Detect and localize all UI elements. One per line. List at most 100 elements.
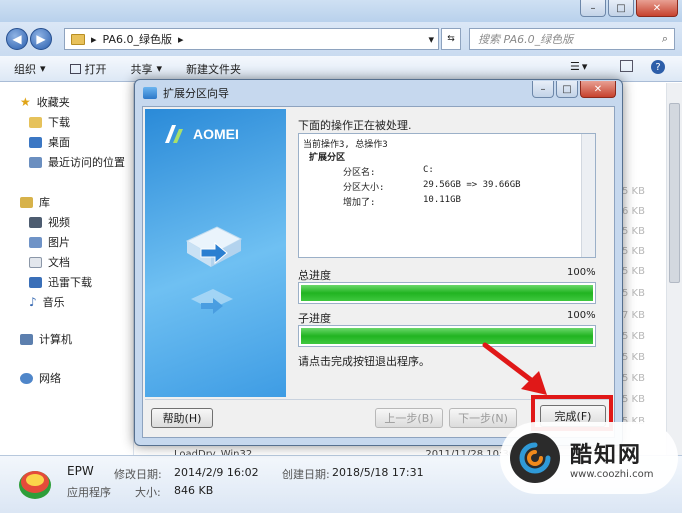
minimize-button[interactable]: –	[580, 0, 606, 17]
created-label: 创建日期:	[282, 468, 330, 481]
wizard-icon	[143, 87, 157, 99]
chevron-down-icon: ▾	[40, 62, 46, 75]
modified-value: 2014/2/9 16:02	[174, 466, 259, 479]
log-row: 增加了: 10.11GB	[343, 195, 461, 208]
view-options-button[interactable]: ☰ ▾	[570, 60, 587, 73]
nav-computer[interactable]: 计算机	[20, 331, 72, 347]
forward-button[interactable]: ▶	[30, 28, 52, 50]
dialog-close-button[interactable]: ✕	[580, 81, 616, 98]
log-row: 分区大小: 29.56GB => 39.66GB	[343, 180, 521, 193]
address-dropdown-icon[interactable]: ▾	[428, 33, 434, 46]
file-size-cell: 6 KB	[622, 206, 645, 217]
modified-label: 修改日期:	[114, 468, 162, 481]
thunder-download-icon	[29, 276, 42, 288]
refresh-button[interactable]: ⇆	[441, 28, 461, 50]
drive-reflection-icon	[187, 285, 237, 324]
file-size-cell: 5 KB	[622, 246, 645, 257]
watermark: 酷知网 www.coozhi.com	[500, 422, 678, 494]
window-controls: – □ ✕	[580, 0, 678, 17]
share-button[interactable]: 共享 ▾	[131, 61, 163, 77]
file-size-cell: 5 KB	[622, 331, 645, 342]
window-icon	[69, 63, 81, 74]
star-icon: ★	[20, 95, 31, 109]
selected-file-name: EPW	[67, 464, 94, 478]
preview-pane-icon	[620, 60, 633, 72]
file-size-cell: 7 KB	[622, 310, 645, 321]
address-bar[interactable]: ▸ PA6.0_绿色版 ▸ ▾	[64, 28, 439, 50]
help-dialog-button[interactable]: 帮助(H)	[151, 408, 213, 428]
nav-favorites[interactable]: ★ 收藏夹	[20, 94, 70, 110]
size-value: 846 KB	[174, 484, 214, 497]
chevron-down-icon: ▾	[581, 60, 588, 73]
created-value: 2018/5/18 17:31	[332, 466, 424, 479]
breadcrumb-separator: ▸	[91, 32, 97, 46]
nav-music[interactable]: ♪ 音乐	[29, 294, 65, 310]
close-button[interactable]: ✕	[636, 0, 678, 17]
file-size-cell: 5 KB	[622, 266, 645, 277]
chevron-down-icon: ▾	[156, 62, 163, 75]
coozhi-logo-icon	[510, 433, 560, 483]
recent-places-icon	[29, 156, 42, 168]
nav-videos[interactable]: 视频	[29, 214, 70, 230]
pictures-icon	[29, 236, 42, 248]
pointer-arrow-icon	[481, 341, 555, 402]
preview-pane-button[interactable]	[620, 60, 633, 72]
back-button[interactable]: ◀	[6, 28, 28, 50]
log-line: 当前操作3, 总操作3	[303, 140, 388, 150]
search-placeholder: 搜索 PA6.0_绿色版	[478, 33, 574, 46]
app-icon	[16, 465, 54, 503]
file-list-scrollbar[interactable]	[666, 83, 682, 455]
dialog-title-bar: 扩展分区向导 – □ ✕	[135, 80, 622, 106]
address-row: ◀ ▶ ▸ PA6.0_绿色版 ▸ ▾ ⇆ 搜索 PA6.0_绿色版 ⌕	[0, 22, 682, 56]
total-progress-bar	[298, 282, 596, 304]
maximize-button[interactable]: □	[608, 0, 634, 17]
nav-pictures[interactable]: 图片	[29, 234, 70, 250]
nav-documents[interactable]: 文档	[29, 254, 70, 270]
video-icon	[29, 216, 42, 228]
next-step-button[interactable]: 下一步(N)	[449, 408, 517, 428]
navigation-pane: ★ 收藏夹 下载 桌面 最近访问的位置 库 视频 图片 文档 迅雷下载 ♪ 音乐…	[0, 83, 134, 455]
aomei-logo: AOMEI	[165, 125, 239, 143]
aomei-logo-icon	[165, 125, 183, 143]
nav-libraries[interactable]: 库	[20, 194, 50, 210]
music-icon: ♪	[29, 295, 37, 309]
watermark-name: 酷知网	[570, 442, 643, 468]
log-line: 扩展分区	[309, 153, 346, 163]
breadcrumb[interactable]: PA6.0_绿色版	[103, 31, 172, 47]
downloads-icon	[29, 116, 42, 128]
sub-progress-percent: 100%	[567, 310, 596, 321]
breadcrumb-separator: ▸	[177, 32, 184, 46]
dialog-title: 扩展分区向导	[163, 87, 229, 100]
nav-recent[interactable]: 最近访问的位置	[29, 154, 125, 170]
file-size-cell: 5 KB	[622, 288, 645, 299]
organize-button[interactable]: 组织 ▾	[14, 61, 46, 77]
title-bar: – □ ✕	[0, 0, 682, 22]
view-list-icon: ☰	[570, 60, 580, 73]
selected-file-type: 应用程序	[67, 486, 111, 499]
new-folder-button[interactable]: 新建文件夹	[186, 61, 241, 77]
nav-network[interactable]: 网络	[20, 370, 61, 386]
refresh-icon: ⇆	[447, 34, 455, 44]
scrollbar-thumb[interactable]	[669, 103, 680, 283]
operation-log: 当前操作3, 总操作3 扩展分区 分区名: C: 分区大小: 29.56GB =…	[298, 133, 596, 258]
total-progress-fill	[301, 285, 593, 301]
library-icon	[20, 196, 33, 208]
network-icon	[20, 372, 33, 384]
dialog-maximize-button[interactable]: □	[556, 81, 578, 98]
dialog-minimize-button[interactable]: –	[532, 81, 554, 98]
nav-thunder[interactable]: 迅雷下载	[29, 274, 92, 290]
nav-downloads[interactable]: 下载	[29, 114, 70, 130]
nav-desktop[interactable]: 桌面	[29, 134, 70, 150]
folder-icon	[71, 33, 85, 45]
file-size-cell: 5 KB	[622, 186, 645, 197]
file-size-cell: 5 KB	[622, 394, 645, 405]
search-input[interactable]: 搜索 PA6.0_绿色版 ⌕	[469, 28, 675, 50]
file-size-cell: 5 KB	[622, 373, 645, 384]
computer-icon	[20, 333, 33, 345]
previous-step-button[interactable]: 上一步(B)	[375, 408, 443, 428]
open-button[interactable]: 打开	[69, 61, 107, 77]
help-button[interactable]: ?	[651, 60, 665, 74]
total-progress-percent: 100%	[567, 267, 596, 278]
dialog-body: AOMEI 下面的操作正在被处理. 当前操作3, 总操作3 扩展分区 分区名: …	[142, 106, 615, 438]
log-scrollbar[interactable]	[581, 134, 595, 257]
